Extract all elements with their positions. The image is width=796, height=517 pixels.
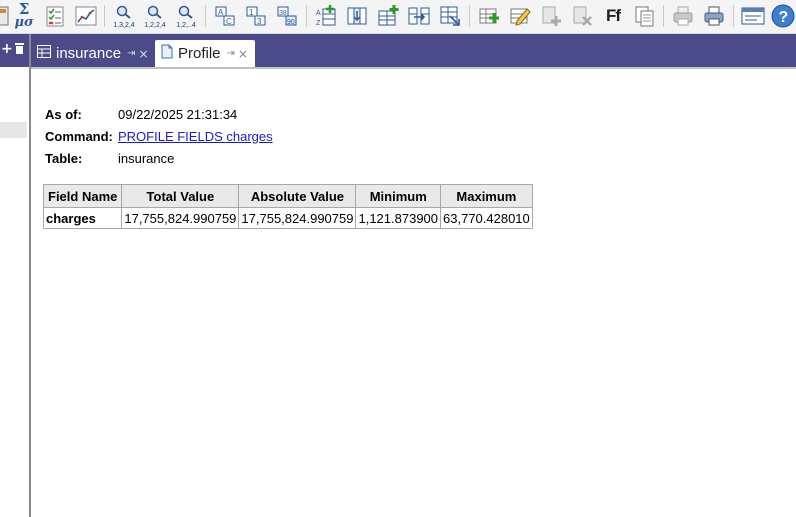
table-cell: 17,755,824.990759 <box>121 207 240 229</box>
tab-insurance-label: insurance <box>56 45 122 62</box>
select-range-icon[interactable] <box>437 3 463 29</box>
toolbar: Σμσ 1,3,2,4 1,2,2,4 1,2,..4 AC 13 38 90 A… <box>0 0 796 34</box>
window-icon[interactable] <box>740 3 766 29</box>
column-header: Absolute Value <box>238 184 357 208</box>
toolbar-separator <box>733 5 734 27</box>
print-icon[interactable] <box>670 3 696 29</box>
sigma-statistics-icon[interactable]: Σμσ <box>11 2 37 30</box>
append-icon[interactable] <box>375 3 401 29</box>
profile-content: As of: 09/22/2025 21:31:34 Command: PROF… <box>31 69 796 517</box>
table-cell: 1,121.873900 <box>355 207 442 229</box>
tab-profile-label: Profile <box>178 45 221 62</box>
sort-numeric-alt-icon[interactable]: 38 90 <box>274 3 300 29</box>
command-row: Command: PROFILE FIELDS charges <box>45 125 273 147</box>
table-row-meta: Table: insurance <box>45 147 273 169</box>
insert-column-icon[interactable] <box>344 3 370 29</box>
table-row: charges 17,755,824.990759 17,755,824.990… <box>42 207 533 229</box>
tab-strip: insurance ⇥ × Profile ⇥ × <box>31 34 796 69</box>
left-panel-header: + <box>0 34 29 67</box>
command-label: Command: <box>45 128 113 144</box>
table-icon <box>37 45 51 62</box>
edit-table-icon[interactable] <box>507 3 533 29</box>
column-header: Field Name <box>42 184 123 208</box>
toolbar-separator <box>306 5 307 27</box>
toolbar-separator <box>205 5 206 27</box>
table-cell: 17,755,824.990759 <box>238 207 357 229</box>
svg-text:A: A <box>316 10 321 17</box>
column-header: Minimum <box>355 184 442 208</box>
new-table-icon[interactable] <box>476 3 502 29</box>
as-of-row: As of: 09/22/2025 21:31:34 <box>45 103 273 125</box>
left-panel: + <box>0 34 31 517</box>
sample-3-label: 1,2,..4 <box>176 22 196 29</box>
svg-text:C: C <box>226 17 232 26</box>
svg-text:90: 90 <box>287 19 295 26</box>
toolbar-separator <box>104 5 105 27</box>
as-of-label: As of: <box>45 106 82 122</box>
help-icon[interactable]: ? <box>770 3 796 29</box>
line-chart-icon[interactable] <box>73 3 99 29</box>
sample-2-label: 1,2,2,4 <box>144 22 166 29</box>
column-header: Total Value <box>121 184 240 208</box>
pin-icon[interactable]: ⇥ <box>127 48 135 59</box>
add-column-icon[interactable]: AZ <box>313 3 339 29</box>
table-cell: charges <box>42 207 123 229</box>
svg-text:3: 3 <box>257 17 262 26</box>
sample-1-label: 1,3,2,4 <box>113 22 135 29</box>
svg-text:?: ? <box>779 9 789 26</box>
tab-profile[interactable]: Profile ⇥ × <box>155 40 255 67</box>
table-cell: 63,770.428010 <box>440 207 533 229</box>
svg-text:A: A <box>218 8 224 17</box>
profile-meta: As of: 09/22/2025 21:31:34 Command: PROF… <box>45 103 273 169</box>
svg-text:Z: Z <box>316 20 321 27</box>
copy-icon[interactable] <box>631 3 657 29</box>
checklist-icon[interactable] <box>42 3 68 29</box>
fonts-label: Ff <box>605 6 621 25</box>
as-of-value: 09/22/2025 21:31:34 <box>118 106 238 122</box>
trash-icon[interactable] <box>14 42 25 58</box>
print-preview-icon[interactable] <box>701 3 727 29</box>
fonts-icon[interactable]: Ff <box>600 3 626 29</box>
close-icon[interactable]: × <box>238 47 248 61</box>
sort-az-icon[interactable]: AC <box>212 3 238 29</box>
toolbar-separator <box>469 5 470 27</box>
sample-1-icon[interactable]: 1,3,2,4 <box>110 3 138 29</box>
sample-2-icon[interactable]: 1,2,2,4 <box>141 3 169 29</box>
svg-text:38: 38 <box>279 10 287 17</box>
svg-text:1: 1 <box>249 8 254 17</box>
delete-record-icon[interactable] <box>569 3 595 29</box>
column-header: Maximum <box>440 184 533 208</box>
add-icon[interactable]: + <box>1 42 13 56</box>
pin-icon[interactable]: ⇥ <box>227 48 235 59</box>
sample-3-icon[interactable]: 1,2,..4 <box>172 3 200 29</box>
add-record-icon[interactable] <box>538 3 564 29</box>
header-row: Field Name Total Value Absolute Value Mi… <box>42 184 533 208</box>
join-icon[interactable] <box>406 3 432 29</box>
toolbar-separator <box>663 5 664 27</box>
close-icon[interactable]: × <box>138 47 148 61</box>
document-icon <box>161 44 173 63</box>
selected-item-highlight[interactable] <box>0 122 27 138</box>
profile-table: Field Name Total Value Absolute Value Mi… <box>42 184 533 229</box>
table-value: insurance <box>118 150 175 166</box>
table-label: Table: <box>45 150 83 166</box>
tab-insurance[interactable]: insurance ⇥ × <box>31 40 151 67</box>
command-link[interactable]: PROFILE FIELDS charges <box>118 129 273 144</box>
sort-numeric-icon[interactable]: 13 <box>243 3 269 29</box>
